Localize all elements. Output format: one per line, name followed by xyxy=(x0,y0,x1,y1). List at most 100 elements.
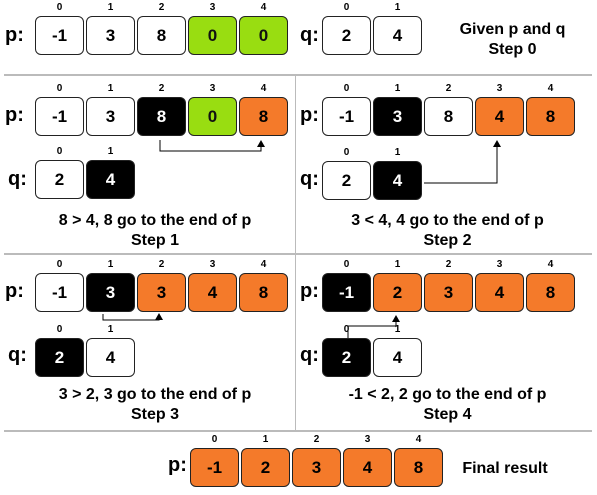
step1-q-cell: 4 xyxy=(86,160,135,199)
step3-q-label: q: xyxy=(8,344,27,366)
step4-p-index: 1 xyxy=(394,259,401,270)
step0-caption: Given p and q Step 0 xyxy=(430,20,595,60)
step0-p-label: p: xyxy=(5,24,24,46)
step4-p-index: 2 xyxy=(445,259,452,270)
step2-q-cell: 4 xyxy=(373,161,422,200)
step2-p-label: p: xyxy=(300,104,319,126)
step1-p-cell: 8 xyxy=(137,97,186,136)
step1-p-cell: 8 xyxy=(239,97,288,136)
step1-caption-line2: Step 1 xyxy=(130,232,179,249)
step4-p-cell: 4 xyxy=(475,273,524,312)
step3-p-cell: 8 xyxy=(239,273,288,312)
step1-p-index: 3 xyxy=(209,83,216,94)
step3-p-index: 2 xyxy=(158,259,165,270)
step4-caption: -1 < 2, 2 go to the end of p Step 4 xyxy=(300,385,595,425)
arrow-step3 xyxy=(102,313,163,321)
step3-p-cell: 4 xyxy=(188,273,237,312)
step3-q-cell: 2 xyxy=(35,338,84,377)
step3-p-index: 3 xyxy=(209,259,216,270)
step0-caption-line1: Given p and q xyxy=(459,21,566,38)
step3-p-index: 1 xyxy=(107,259,114,270)
step2-q-index: 1 xyxy=(394,147,401,158)
step3-q-index: 1 xyxy=(107,324,114,335)
step2-p-cell: 3 xyxy=(373,97,422,136)
step1-q-index: 0 xyxy=(56,146,63,157)
step0-p-cell: 0 xyxy=(188,16,237,55)
step4-q-cell: 4 xyxy=(373,338,422,377)
arrow-step1 xyxy=(159,140,265,152)
step1-caption: 8 > 4, 8 go to the end of p Step 1 xyxy=(30,211,280,251)
step1-caption-line1: 8 > 4, 8 go to the end of p xyxy=(58,212,252,229)
step4-p-cell: 2 xyxy=(373,273,422,312)
step4-p-cell: 3 xyxy=(424,273,473,312)
step4-p-index: 3 xyxy=(496,259,503,270)
merge-diagram: p: 0 -1 1 3 2 8 3 0 4 0 q: 0 2 1 4 Given p and q Step 0 p:… xyxy=(0,0,597,495)
arrow-step2 xyxy=(424,140,501,184)
final-p-index: 2 xyxy=(313,434,320,445)
final-p-index: 1 xyxy=(262,434,269,445)
step3-p-cell: -1 xyxy=(35,273,84,312)
step0-q-index: 1 xyxy=(394,2,401,13)
step1-q-label: q: xyxy=(8,168,27,190)
step3-q-index: 0 xyxy=(56,324,63,335)
step3-caption: 3 > 2, 3 go to the end of p Step 3 xyxy=(20,385,290,425)
step3-p-label: p: xyxy=(5,280,24,302)
step2-p-cell: 8 xyxy=(424,97,473,136)
final-p-cell: 8 xyxy=(394,448,443,487)
step0-p-cell: 8 xyxy=(137,16,186,55)
step4-caption-line2: Step 4 xyxy=(423,406,472,423)
step0-q-cell: 4 xyxy=(373,16,422,55)
step4-q-label: q: xyxy=(300,344,319,366)
step1-p-index: 4 xyxy=(260,83,267,94)
step4-p-label: p: xyxy=(300,280,319,302)
step3-caption-line1: 3 > 2, 3 go to the end of p xyxy=(58,386,252,403)
step0-p-index: 0 xyxy=(56,2,63,13)
step1-p-label: p: xyxy=(5,104,24,126)
step2-q-cell: 2 xyxy=(322,161,371,200)
step4-q-cell: 2 xyxy=(322,338,371,377)
step2-p-index: 2 xyxy=(445,83,452,94)
step2-caption-line2: Step 2 xyxy=(423,232,472,249)
step4-p-index: 0 xyxy=(343,259,350,270)
step0-p-index: 1 xyxy=(107,2,114,13)
final-p-index: 0 xyxy=(211,434,218,445)
step1-p-index: 2 xyxy=(158,83,165,94)
step0-p-index: 4 xyxy=(260,2,267,13)
step1-p-cell: -1 xyxy=(35,97,84,136)
final-caption: Final result xyxy=(450,459,560,479)
final-p-index: 3 xyxy=(364,434,371,445)
step0-q-cell: 2 xyxy=(322,16,371,55)
step0-p-index: 3 xyxy=(209,2,216,13)
final-p-cell: 3 xyxy=(292,448,341,487)
step3-p-index: 0 xyxy=(56,259,63,270)
step1-p-cell: 0 xyxy=(188,97,237,136)
step2-p-index: 0 xyxy=(343,83,350,94)
step3-q-cell: 4 xyxy=(86,338,135,377)
step3-p-index: 4 xyxy=(260,259,267,270)
step1-q-cell: 2 xyxy=(35,160,84,199)
step3-caption-line2: Step 3 xyxy=(130,406,179,423)
step4-q-index: 0 xyxy=(343,324,350,335)
step2-p-cell: 4 xyxy=(475,97,524,136)
step4-p-cell: 8 xyxy=(526,273,575,312)
step2-p-index: 1 xyxy=(394,83,401,94)
step0-p-cell: 0 xyxy=(239,16,288,55)
step0-p-index: 2 xyxy=(158,2,165,13)
step0-caption-line2: Step 0 xyxy=(488,41,537,58)
final-p-index: 4 xyxy=(415,434,422,445)
step2-q-index: 0 xyxy=(343,147,350,158)
step2-caption: 3 < 4, 4 go to the end of p Step 2 xyxy=(300,211,595,251)
step0-p-cell: -1 xyxy=(35,16,84,55)
step1-q-index: 1 xyxy=(107,146,114,157)
step0-q-label: q: xyxy=(300,24,319,46)
step2-p-cell: -1 xyxy=(322,97,371,136)
step1-p-cell: 3 xyxy=(86,97,135,136)
step3-p-cell: 3 xyxy=(137,273,186,312)
step0-q-index: 0 xyxy=(343,2,350,13)
step3-p-cell: 3 xyxy=(86,273,135,312)
step2-p-cell: 8 xyxy=(526,97,575,136)
step2-q-label: q: xyxy=(300,168,319,190)
final-p-cell: -1 xyxy=(190,448,239,487)
step4-p-cell: -1 xyxy=(322,273,371,312)
step2-p-index: 3 xyxy=(496,83,503,94)
